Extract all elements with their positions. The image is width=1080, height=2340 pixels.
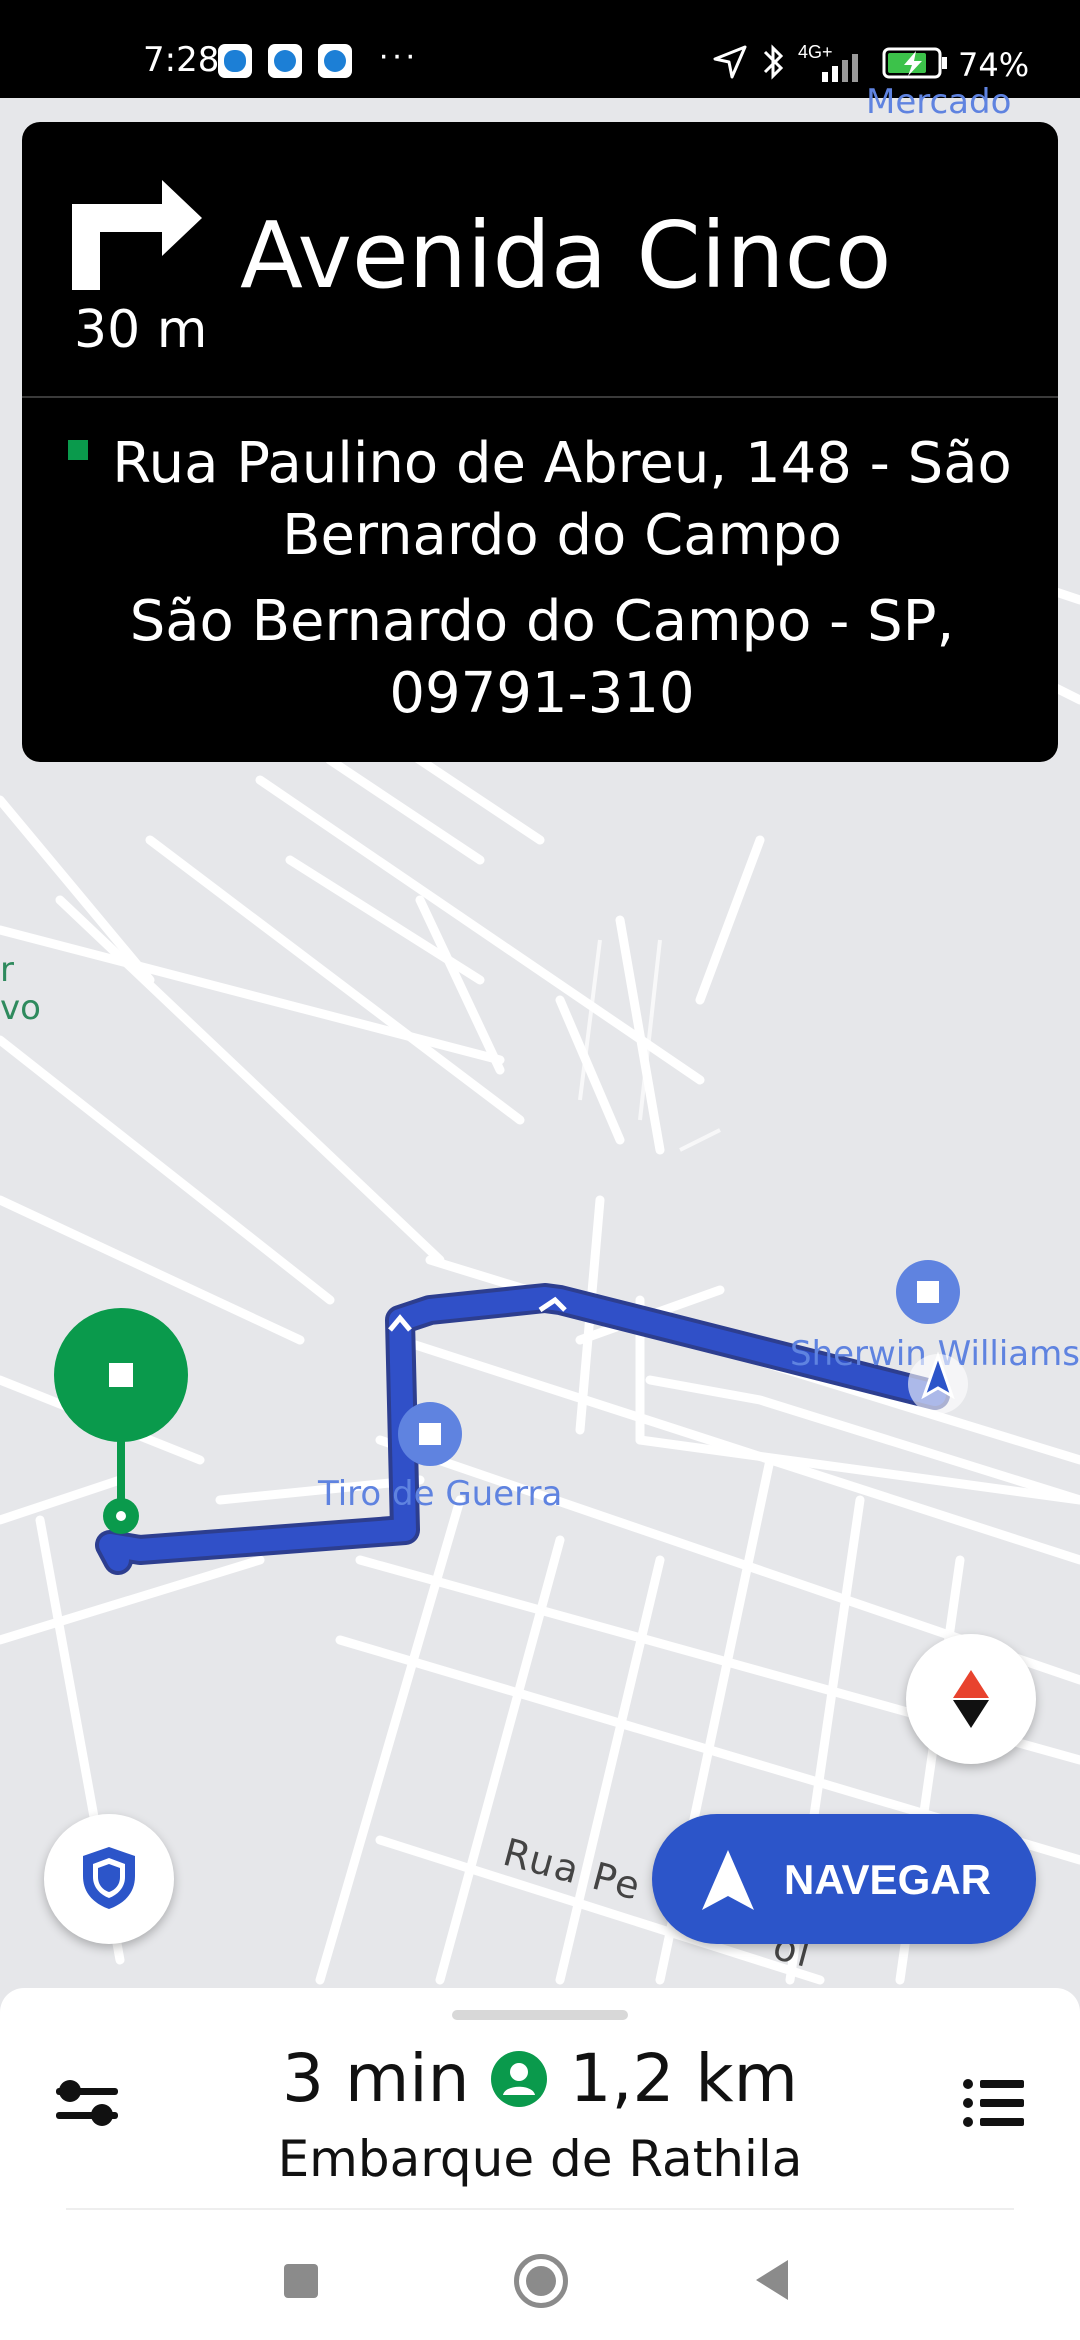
sheet-handle[interactable]: [452, 2010, 628, 2020]
turn-right-icon: [72, 180, 202, 290]
pin-stem: [117, 1440, 125, 1506]
app-s-icon: [268, 44, 302, 78]
map-label-left: r: [0, 950, 14, 990]
poi-marker[interactable]: [398, 1402, 462, 1466]
destination-address: Rua Paulino de Abreu, 148 - São Bernardo…: [112, 431, 1012, 568]
recents-icon[interactable]: [284, 2264, 318, 2298]
maneuver-distance: 30 m: [74, 300, 208, 360]
battery-charging-icon: [882, 47, 947, 79]
cloud-app-icon: [218, 44, 252, 78]
current-location-icon: [908, 1351, 968, 1414]
divider: [22, 396, 1058, 398]
store-icon: [917, 1281, 939, 1303]
pin-point: [103, 1498, 139, 1534]
list-icon[interactable]: [958, 2068, 1028, 2138]
navigation-arrow-icon: [702, 1850, 754, 1910]
maneuver-street: Avenida Cinco: [240, 202, 892, 309]
trip-subtitle: Embarque de Rathila: [277, 2130, 803, 2188]
trip-distance: 1,2 km: [569, 2040, 798, 2117]
rider-icon: [491, 2050, 548, 2107]
trip-summary: 3 min 1,2 km: [0, 2040, 1080, 2120]
location-arrow-icon: [713, 45, 747, 79]
poi-label[interactable]: Tiro de Guerra: [318, 1474, 562, 1514]
more-notifications-icon: ···: [378, 36, 418, 74]
back-icon[interactable]: [756, 2260, 788, 2300]
compass-icon: [953, 1670, 989, 1728]
home-icon[interactable]: [514, 2254, 568, 2308]
store-icon: [419, 1423, 441, 1445]
navigation-banner[interactable]: 30 m Avenida Cinco Rua Paulino de Abreu,…: [22, 122, 1058, 762]
poi-marker[interactable]: [896, 1260, 960, 1324]
destination-square-icon: [68, 440, 88, 460]
destination-city: São Bernardo do Campo - SP, 09791-310: [129, 589, 955, 726]
safety-button[interactable]: [44, 1814, 174, 1944]
map-label-left: vo: [0, 988, 41, 1028]
battery-percent: 74%: [958, 46, 1030, 84]
navigate-button[interactable]: NAVEGAR: [652, 1814, 1036, 1944]
navigate-button-label: NAVEGAR: [784, 1856, 991, 1903]
status-time: 7:28: [143, 40, 220, 80]
destination-pin[interactable]: [54, 1308, 188, 1442]
stop-icon: [109, 1363, 133, 1387]
shield-icon: [83, 1847, 135, 1909]
divider: [66, 2208, 1014, 2210]
app-s-icon: [318, 44, 352, 78]
compass-button[interactable]: [906, 1634, 1036, 1764]
bluetooth-icon: [763, 44, 784, 80]
trip-sheet[interactable]: 3 min 1,2 km Embarque de Rathila: [0, 1988, 1080, 2340]
signal-icon: [822, 54, 858, 82]
trip-eta: 3 min: [282, 2040, 470, 2117]
system-navigation-bar: [0, 2224, 1080, 2340]
